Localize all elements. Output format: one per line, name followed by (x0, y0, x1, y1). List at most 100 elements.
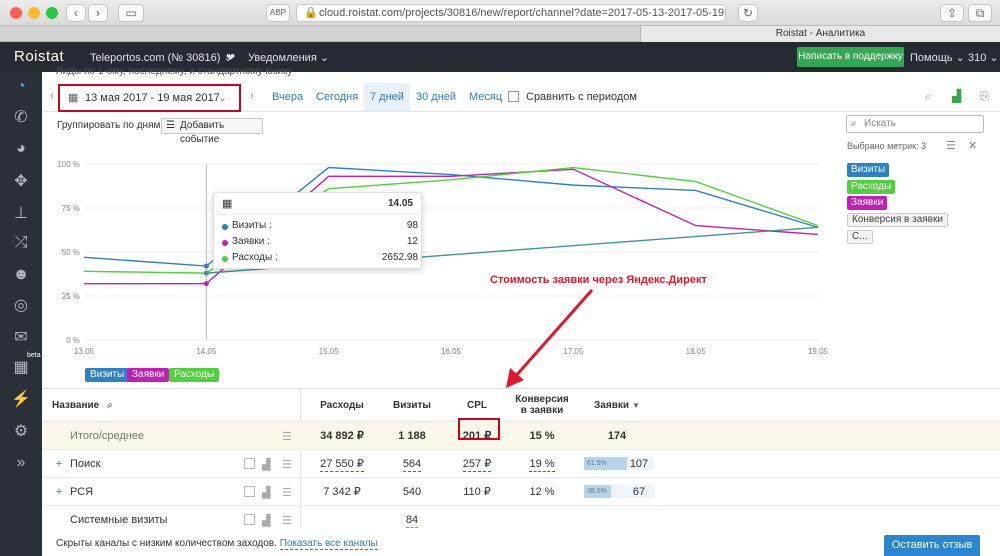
chart-view-icon[interactable]: ▟ (952, 89, 961, 103)
table-row-search[interactable]: + Поиск ▟ ☰ 27 550 ₽ 564 257 ₽ 19 % 61.5… (42, 449, 1000, 477)
heart-icon[interactable]: ❤ (226, 51, 235, 64)
metric-leads[interactable]: Заявки (847, 196, 888, 210)
table-row-rsya[interactable]: + РСЯ ▟ ☰ 7 342 ₽ 540 110 ₽ 12 % 38.5% 6… (42, 477, 1000, 505)
period-7-days[interactable]: 7 дней (364, 83, 410, 111)
row-checkbox[interactable] (244, 486, 255, 497)
header-visits[interactable]: Визиты (382, 389, 442, 421)
group-by-selector[interactable]: Группировать по дням ⌄ (57, 120, 172, 131)
tab-roistat[interactable]: Roistat - Аналитика (640, 26, 1000, 42)
radar-icon[interactable]: ◎ (0, 290, 42, 320)
conversion-value[interactable]: 19 % (529, 458, 555, 472)
close-icon[interactable]: ✕ (968, 139, 977, 152)
support-button[interactable]: Написать в поддержку (797, 47, 904, 67)
row-checkbox[interactable] (244, 514, 255, 525)
header-visits-label: Визиты (393, 399, 431, 411)
list-icon[interactable]: ☰ (946, 139, 956, 152)
roistat-logo[interactable]: Roistat (14, 48, 64, 65)
series-dot-costs (222, 256, 228, 262)
costs-value[interactable]: 27 550 ₽ (320, 458, 364, 472)
sidebar-toggle-icon[interactable]: ▭ (118, 4, 144, 22)
expand-sidebar-icon[interactable]: » (0, 448, 42, 478)
project-selector[interactable]: Teleportos.com (№ 30816) ⌄ (90, 51, 233, 64)
legend-leads[interactable]: Заявки (127, 368, 170, 382)
row-checkbox[interactable] (244, 458, 255, 469)
search-icon[interactable]: ⌕ (107, 400, 113, 411)
sort-desc-icon[interactable]: ▼ (632, 400, 640, 411)
cpl-value[interactable]: 257 ₽ (462, 458, 492, 472)
row-name: Итого/среднее (70, 430, 145, 442)
period-today[interactable]: Сегодня (316, 91, 358, 103)
table-row-total[interactable]: Итого/среднее 34 892 ₽ 1 188 201 ₽ 15 % … (42, 421, 1000, 449)
list-icon[interactable]: ☰ (282, 486, 294, 499)
chart-icon[interactable]: ▟ (262, 514, 274, 527)
metric-costs[interactable]: Расходы (847, 180, 896, 194)
dashboard-icon[interactable]: ◕ (0, 134, 42, 164)
search-icon[interactable]: ⌕ (925, 89, 932, 104)
reload-icon[interactable]: ↻ (738, 4, 758, 22)
next-period-icon[interactable]: › (250, 90, 254, 102)
period-yesterday[interactable]: Вчера (272, 91, 303, 103)
share-icon[interactable]: ⇪ (940, 4, 964, 22)
users-icon[interactable]: ☻ (0, 260, 42, 290)
legend-visits[interactable]: Визиты (85, 368, 130, 382)
sitemap-icon[interactable]: ⊥ (0, 198, 42, 228)
header-conversion[interactable]: Конверсия в заявки (512, 389, 572, 421)
settings-icon[interactable]: ⚙ (0, 416, 42, 446)
prev-period-icon[interactable]: ‹ (50, 90, 54, 102)
phone-icon[interactable]: ✆ (0, 102, 42, 132)
address-bar[interactable]: 🔒 cloud.roistat.com/projects/30816/new/r… (296, 4, 726, 22)
feedback-button[interactable]: Оставить отзыв (884, 535, 980, 556)
legend-costs[interactable]: Расходы (169, 368, 220, 382)
analytics-icon[interactable]: ◔ (0, 72, 42, 102)
mail-icon[interactable]: ✉ (0, 322, 42, 352)
header-cpl[interactable]: CPL (442, 389, 512, 421)
list-icon[interactable]: ☰ (282, 458, 294, 471)
report-toolbar: ‹ ▦ 13 мая 2017 - 19 мая 2017 ⌄ › Вчера … (42, 82, 1000, 112)
series-line (83, 166, 819, 274)
notifications-menu[interactable]: Уведомления ⌄ (248, 51, 329, 64)
adblock-icon[interactable]: ABP (266, 4, 290, 22)
minimize-window-button[interactable] (28, 7, 40, 19)
forward-icon[interactable]: › (88, 4, 108, 22)
header-costs[interactable]: Расходы (302, 389, 382, 421)
visits-value[interactable]: 564 (402, 458, 422, 472)
metric-conversion[interactable]: Конверсия в заявки (847, 213, 948, 227)
row-conversion: 15 % (529, 430, 555, 442)
y-tick-label: 75 % (62, 204, 80, 213)
table-row-system-visits[interactable]: Системные визиты ▟ ☰ 84 (42, 505, 1000, 533)
balance-menu[interactable]: 310 ⌄ (968, 51, 999, 64)
footer-text: Скрыты каналы с низким количеством заход… (56, 538, 277, 549)
target-icon[interactable]: ✥ (0, 166, 42, 196)
export-icon[interactable]: ⎘ (980, 89, 990, 104)
header-leads[interactable]: Заявки ▼ (582, 389, 652, 421)
hidden-channels-note: Скрыты каналы с низким количеством заход… (56, 538, 378, 550)
shuffle-icon[interactable]: ⤮ (0, 228, 42, 258)
visits-value[interactable]: 84 (405, 514, 419, 528)
row-visits: 1 188 (398, 430, 426, 442)
plug-icon[interactable]: ⚡ (0, 384, 42, 414)
date-range-picker[interactable]: ▦ 13 мая 2017 - 19 мая 2017 ⌄ (58, 84, 241, 112)
add-event-button[interactable]: ☰ Добавить событие (161, 118, 263, 145)
metric-more[interactable]: С... (847, 230, 873, 244)
header-name[interactable]: Название ⌕ (52, 389, 292, 421)
chart-icon[interactable]: ▟ (262, 458, 274, 471)
list-icon[interactable]: ☰ (282, 430, 294, 443)
period-month[interactable]: Месяц (469, 91, 502, 103)
help-menu[interactable]: Помощь ⌄ (910, 51, 965, 64)
tooltip-value: 2652.98 (381, 252, 418, 263)
back-icon[interactable]: ‹ (66, 4, 86, 22)
tabs-overview-icon[interactable]: ⧉ (968, 4, 992, 22)
period-30-days[interactable]: 30 дней (416, 91, 456, 103)
metric-search-input[interactable]: ⌕ Искать (846, 115, 984, 133)
y-tick-label: 100 % (57, 160, 80, 169)
expand-icon[interactable]: + (54, 478, 64, 506)
expand-icon[interactable]: + (54, 450, 64, 478)
list-icon[interactable]: ☰ (282, 514, 294, 527)
chart-icon[interactable]: ▟ (262, 486, 274, 499)
zoom-window-button[interactable] (46, 7, 58, 19)
show-all-channels-link[interactable]: Показать все каналы (279, 538, 378, 550)
close-window-button[interactable] (10, 7, 22, 19)
row-conversion: 12 % (529, 486, 555, 498)
compare-checkbox[interactable] (508, 91, 519, 102)
metric-visits[interactable]: Визиты (847, 163, 890, 177)
